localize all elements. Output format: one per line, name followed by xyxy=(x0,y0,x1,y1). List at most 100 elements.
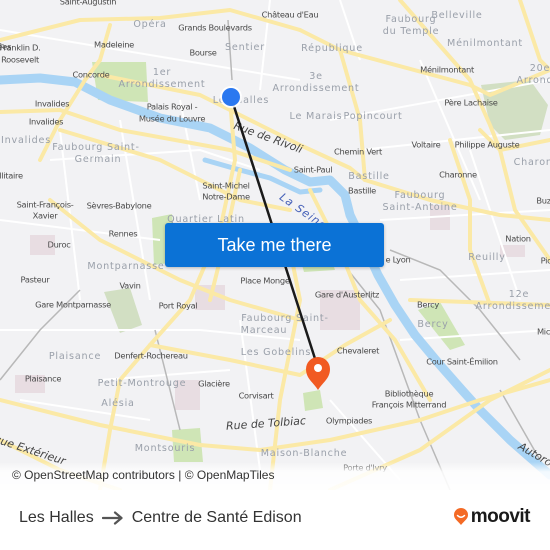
district-label: Ménilmontant xyxy=(447,37,523,49)
minor-road xyxy=(399,269,550,281)
station-label: Saint-Michel xyxy=(202,181,249,191)
station-label: Invalides xyxy=(29,117,63,127)
district-label: 3e xyxy=(309,71,323,82)
moovit-pin-icon xyxy=(453,508,468,525)
station-label: Roosevelt xyxy=(1,55,40,65)
station-label: Saint-Augustin xyxy=(60,0,116,7)
district-label: Maison-Blanche xyxy=(261,448,348,459)
station-label: Xavier xyxy=(33,211,59,221)
station-label: Nation xyxy=(505,234,530,244)
station-label: Voltaire xyxy=(412,140,441,150)
major-road xyxy=(448,138,492,307)
map-view[interactable]: Opéra Sentier Faubourg du Temple Belleville M… xyxy=(0,0,550,490)
station-label: François Mitterrand xyxy=(372,400,447,410)
district-label: Charonne xyxy=(514,157,550,168)
minor-road xyxy=(0,29,301,81)
station-label: Gare d'Austerlitz xyxy=(315,290,379,300)
station-label: Concorde xyxy=(72,70,109,80)
major-road-faubourg-st-antoine xyxy=(363,178,550,222)
district-label: Invalides xyxy=(1,135,51,146)
major-road xyxy=(518,0,550,72)
district-label: Montparnasse xyxy=(87,261,164,272)
district-label: 12e xyxy=(509,289,530,300)
station-label: Franklin D. xyxy=(0,43,40,53)
station-label: Plaisance xyxy=(25,374,62,384)
district-label: Opéra xyxy=(133,18,166,30)
station-label: Saint-François- xyxy=(17,200,74,210)
station-label: Notre-Dame xyxy=(202,192,250,202)
park-montparnasse xyxy=(104,288,142,333)
footer-bar: Les Halles Centre de Santé Edison moovit xyxy=(0,490,550,550)
station-label: Denfert-Rochereau xyxy=(114,351,187,361)
route-title: Les Halles Centre de Santé Edison xyxy=(19,509,302,527)
station-label: Père Lachaise xyxy=(444,98,497,108)
station-label: Chevaleret xyxy=(337,346,380,356)
station-label: Philippe Auguste xyxy=(455,140,520,150)
station-label: Saint-Paul xyxy=(294,165,332,175)
district-label: Faubourg xyxy=(386,14,437,25)
district-label: Saint-Antoine xyxy=(382,202,457,213)
station-label: Buze xyxy=(536,196,550,206)
attribution-text[interactable]: © OpenStreetMap contributors | © OpenMap… xyxy=(12,468,274,482)
station-label: Vavin xyxy=(119,281,140,291)
district-label: Bastille xyxy=(348,171,390,182)
station-label: Glacière xyxy=(198,379,230,389)
district-label: 20e xyxy=(530,63,550,74)
map-pin-icon xyxy=(306,357,330,390)
district-label: Alésia xyxy=(101,397,134,409)
district-label: Popincourt xyxy=(343,111,402,122)
station-label: Charonne xyxy=(439,170,477,180)
station-label: Grands Boulevards xyxy=(178,23,252,33)
district-label: République xyxy=(301,42,363,54)
station-label: Place Monge xyxy=(240,276,289,286)
map-pin-center xyxy=(314,364,322,372)
station-label: Invalides xyxy=(35,99,69,109)
arrow-right-icon xyxy=(101,511,123,525)
station-label: Olympiades xyxy=(326,416,372,426)
station-label: Port Royal xyxy=(159,301,198,311)
district-label: 1er xyxy=(153,67,171,78)
destination-marker[interactable] xyxy=(306,357,330,390)
district-label: Le Marais xyxy=(290,111,343,122)
district-label: Reuilly xyxy=(468,252,506,263)
district-label: Faubourg Saint- xyxy=(241,313,329,324)
station-label: Bibliothèque xyxy=(385,389,434,399)
station-label: Gare Montparnasse xyxy=(35,300,111,310)
station-label: Sèvres-Babylone xyxy=(87,201,152,211)
district-label: Les Gobelins xyxy=(241,347,311,358)
map-attribution: © OpenStreetMap contributors | © OpenMap… xyxy=(0,462,550,490)
station-label: Palais Royal - xyxy=(147,102,198,112)
origin-marker-dot xyxy=(222,88,240,106)
moovit-wordmark: moovit xyxy=(470,506,531,527)
station-label: Duroc xyxy=(47,240,71,250)
district-label: Plaisance xyxy=(49,351,101,362)
station-label: Mich xyxy=(537,327,550,337)
station-label: Bercy xyxy=(417,300,439,310)
origin-marker[interactable] xyxy=(220,86,242,108)
station-label: Madeleine xyxy=(94,40,134,50)
district-label: Bercy xyxy=(417,319,448,330)
route-origin: Les Halles xyxy=(19,509,94,526)
moovit-logo[interactable]: moovit xyxy=(453,506,531,528)
take-me-there-button[interactable]: Take me there xyxy=(165,223,384,267)
station-label: Rennes xyxy=(109,229,138,239)
station-label: Cour Saint-Émilion xyxy=(426,356,498,367)
station-label: Musée du Louvre xyxy=(139,114,205,124)
station-label: Bourse xyxy=(189,48,216,58)
district-label: Belleville xyxy=(431,10,482,21)
district-label: Arrondissement xyxy=(119,79,206,90)
station-label: Ménilmontant xyxy=(420,65,475,75)
district-label: du Temple xyxy=(383,26,440,37)
station-label: Pic xyxy=(541,256,550,266)
station-label: Corvisart xyxy=(239,391,275,401)
district-label: Faubourg Saint- xyxy=(52,142,140,153)
minor-road xyxy=(469,149,521,301)
district-label: Arrondissement xyxy=(517,75,550,86)
district-label: Germain xyxy=(75,154,122,165)
district-label: Arrondissement xyxy=(476,301,550,312)
route-destination: Centre de Santé Edison xyxy=(131,509,302,526)
park-edison xyxy=(303,390,323,411)
street-label: Rue de Tolbiac xyxy=(226,414,307,433)
district-label: Montsouris xyxy=(135,443,196,454)
district-label: Petit-Montrouge xyxy=(98,378,187,389)
